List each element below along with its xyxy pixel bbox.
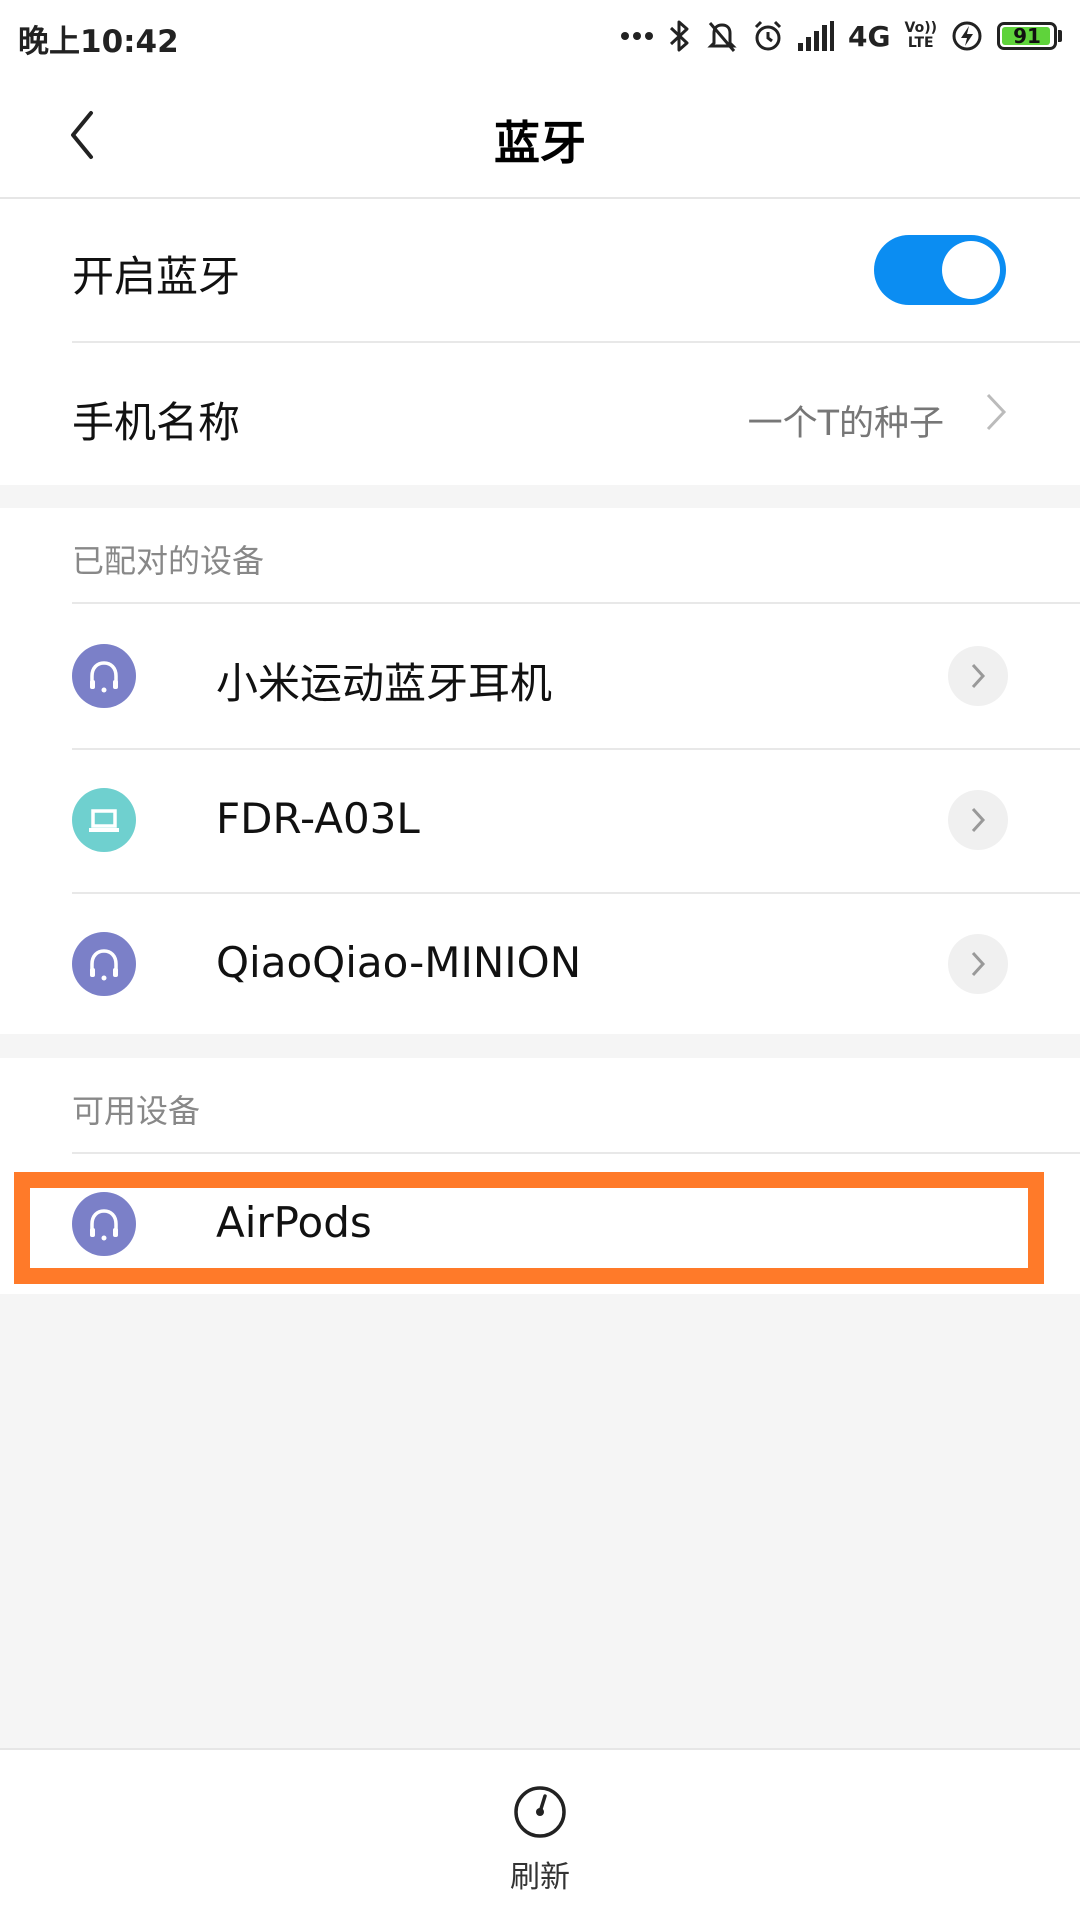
alarm-icon [752,19,784,53]
volte-indicator: Vo)) LTE [905,21,937,51]
bluetooth-toggle[interactable] [874,235,1006,305]
refresh-button[interactable]: 刷新 [490,1784,590,1895]
phone-name-value: 一个T的种子 [747,404,944,444]
device-name: QiaoQiao-MINION [216,938,582,987]
mute-bell-icon [706,19,738,53]
network-type: 4G [848,19,891,53]
chevron-right-icon [971,663,986,689]
refresh-icon [514,1786,566,1838]
battery-body: 91 [997,22,1057,50]
paired-device-row[interactable]: FDR-A03L [0,748,1080,892]
signal-icon [798,21,835,51]
phone-name-label: 手机名称 [72,398,241,447]
status-bar: 晚上10:42 4G Vo)) LTE 91 [0,0,1080,75]
chevron-right-icon [971,951,986,977]
battery-level: 91 [1013,24,1041,48]
refresh-label: 刷新 [510,1860,570,1895]
bluetooth-toggle-label: 开启蓝牙 [72,252,241,301]
bluetooth-icon [668,19,692,53]
charging-icon [951,20,983,52]
device-name: 小米运动蓝牙耳机 [216,659,553,708]
volte-bottom: LTE [907,35,934,51]
headset-icon [72,932,136,996]
battery-icon: 91 [997,22,1062,50]
available-section-header: 可用设备 [72,1092,201,1130]
volte-top: Vo)) [904,20,937,36]
page-title: 蓝牙 [494,116,586,170]
device-details-button[interactable] [948,790,1008,850]
paired-devices-card: 已配对的设备 小米运动蓝牙耳机 FDR-A03L QiaoQiao-MINION [0,508,1080,1034]
headset-icon [72,644,136,708]
toggle-knob [942,241,1000,299]
battery-tip [1058,30,1062,42]
paired-device-row[interactable]: 小米运动蓝牙耳机 [0,604,1080,748]
device-details-button[interactable] [948,646,1008,706]
bottom-bar: 刷新 [0,1748,1080,1922]
phone-name-row[interactable]: 手机名称 一个T的种子 [0,343,1080,485]
paired-device-row[interactable]: QiaoQiao-MINION [0,892,1080,1036]
chevron-right-icon [971,807,986,833]
title-bar: 蓝牙 [0,75,1080,197]
chevron-right-icon [986,393,1007,431]
more-dots-icon [620,31,654,41]
bluetooth-settings-card: 开启蓝牙 手机名称 一个T的种子 [0,197,1080,485]
highlight-box [14,1172,1044,1284]
top-divider [0,197,1080,199]
paired-section-header: 已配对的设备 [72,542,265,580]
status-icons: 4G Vo)) LTE 91 [620,14,1062,58]
status-time: 晚上10:42 [18,24,179,60]
device-details-button[interactable] [948,934,1008,994]
device-name: FDR-A03L [216,794,420,843]
laptop-icon [72,788,136,852]
